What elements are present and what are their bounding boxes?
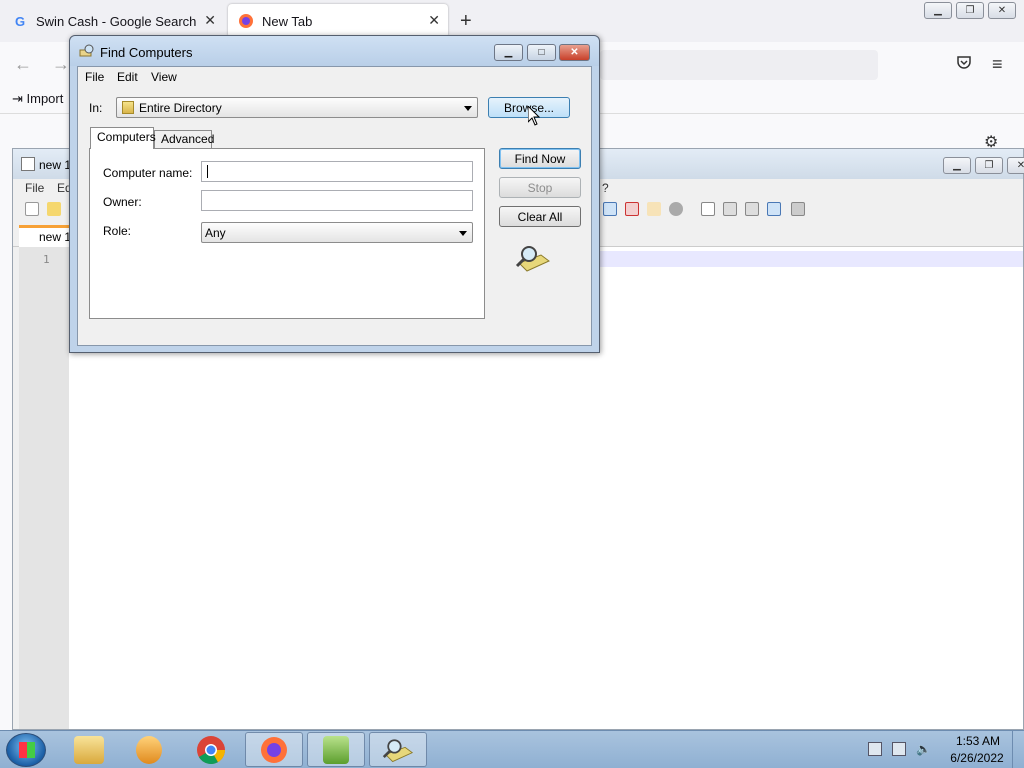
taskbar-firefox[interactable] [245,732,303,767]
record-macro-icon[interactable] [701,202,715,216]
computer-name-input[interactable] [201,161,473,182]
taskbar: 🔈 1:53 AM 6/26/2022 [0,730,1024,768]
taskbar-media-player[interactable] [120,732,178,767]
find-computers-icon [382,738,414,762]
stop-macro-icon[interactable] [723,202,737,216]
tab-new-tab[interactable]: New Tab ✕ [228,4,448,38]
tab-label: New Tab [262,13,313,29]
computer-name-label: Computer name: [103,166,193,180]
in-scope-value: Entire Directory [139,101,222,115]
close-icon[interactable]: ✕ [559,44,590,61]
tab-label: new 1 [39,230,72,244]
role-label: Role: [103,224,132,238]
close-icon[interactable]: ✕ [988,2,1016,19]
dialog-titlebar[interactable]: Find Computers ▁ □ ✕ [70,36,599,66]
in-scope-select[interactable]: Entire Directory [116,97,478,118]
menu-file[interactable]: File [25,181,44,195]
directory-icon [122,101,134,114]
tab-advanced[interactable]: Advanced [154,130,214,148]
find-computers-dialog: Find Computers ▁ □ ✕ File Edit View In: … [69,35,600,353]
in-label: In: [89,101,103,115]
line-number: 1 [43,253,50,266]
import-label: Import [26,91,64,106]
role-value: Any [205,226,226,240]
new-tab-button[interactable]: + [460,10,472,33]
menu-help[interactable]: ? [602,181,609,195]
mouse-cursor-icon [528,106,540,126]
cut-icon[interactable] [625,202,639,216]
show-desktop-button[interactable] [1012,731,1024,768]
maximize-icon[interactable]: □ [527,44,556,61]
save-macro-icon[interactable] [791,202,805,216]
notepadpp-icon [21,157,35,171]
hamburger-menu-icon[interactable]: ≡ [992,54,1003,75]
back-arrow-icon[interactable]: ← [14,54,32,75]
media-player-icon [136,735,162,764]
taskbar-chrome[interactable] [182,732,240,767]
stop-button[interactable]: Stop [499,177,581,198]
find-now-button[interactable]: Find Now [499,148,581,169]
search-animation-icon [515,246,550,272]
dialog-title: Find Computers [100,45,193,60]
play-macro-icon[interactable] [745,202,759,216]
close-icon[interactable]: ✕ [1007,157,1024,174]
url-bar[interactable] [600,50,878,80]
role-select[interactable]: Any [201,222,473,243]
run-macro-multiple-icon[interactable] [767,202,781,216]
tab-computers[interactable]: Computers [90,127,156,149]
copy-icon[interactable] [603,202,617,216]
new-file-icon[interactable] [25,202,39,216]
taskbar-find-computers[interactable] [369,732,427,767]
system-tray: 🔈 1:53 AM 6/26/2022 [860,731,1024,768]
owner-input[interactable] [201,190,473,211]
clock-date[interactable]: 6/26/2022 [944,751,1010,765]
restore-icon[interactable]: ❐ [975,157,1003,174]
forward-arrow-icon[interactable]: → [52,54,70,75]
import-bookmarks-link[interactable]: ⇥ Import [12,91,63,107]
minimize-icon[interactable]: ▁ [494,44,523,61]
firefox-icon [238,13,254,29]
window-title: new 1 [39,158,72,172]
volume-icon[interactable]: 🔈 [916,742,931,756]
folder-icon[interactable] [647,202,661,216]
chevron-down-icon [464,106,472,111]
close-icon[interactable]: ✕ [428,12,440,29]
close-icon[interactable]: ✕ [204,12,216,29]
dialog-body: File Edit View In: Entire Directory Brow… [77,66,592,346]
minimize-icon[interactable]: ▁ [924,2,952,19]
menu-view[interactable]: View [151,70,177,84]
window-controls: ▁ ❐ ✕ [924,2,1016,19]
notepadpp-icon [323,735,349,764]
dialog-menubar: File Edit View [78,67,591,87]
line-number-gutter: 1 [19,247,69,729]
open-file-icon[interactable] [47,202,61,216]
text-caret [207,165,208,178]
start-button[interactable] [6,733,46,767]
firefox-icon [261,736,287,763]
window-controls: ▁ ❐ ✕ [943,157,1024,174]
windows-logo-icon [19,742,35,758]
find-computers-icon [79,44,94,57]
taskbar-explorer[interactable] [60,732,118,767]
clear-all-button[interactable]: Clear All [499,206,581,227]
bubble-icon[interactable] [669,202,683,216]
chrome-icon [197,735,225,764]
network-icon[interactable] [892,742,906,756]
action-center-icon[interactable] [868,742,882,756]
google-icon: G [14,13,26,29]
pocket-icon[interactable] [956,54,972,75]
menu-edit[interactable]: Edit [117,70,138,84]
minimize-icon[interactable]: ▁ [943,157,971,174]
owner-label: Owner: [103,195,142,209]
clock-time[interactable]: 1:53 AM [950,734,1006,748]
computers-tab-panel: Computer name: Owner: Role: Any [89,148,485,319]
tab-label: Swin Cash - Google Search [36,13,197,29]
restore-icon[interactable]: ❐ [956,2,984,19]
taskbar-notepadpp[interactable] [307,732,365,767]
menu-file[interactable]: File [85,70,104,84]
chevron-down-icon [459,231,467,236]
tab-google-search[interactable]: G Swin Cash - Google Search ✕ [2,4,224,38]
explorer-icon [74,735,104,764]
